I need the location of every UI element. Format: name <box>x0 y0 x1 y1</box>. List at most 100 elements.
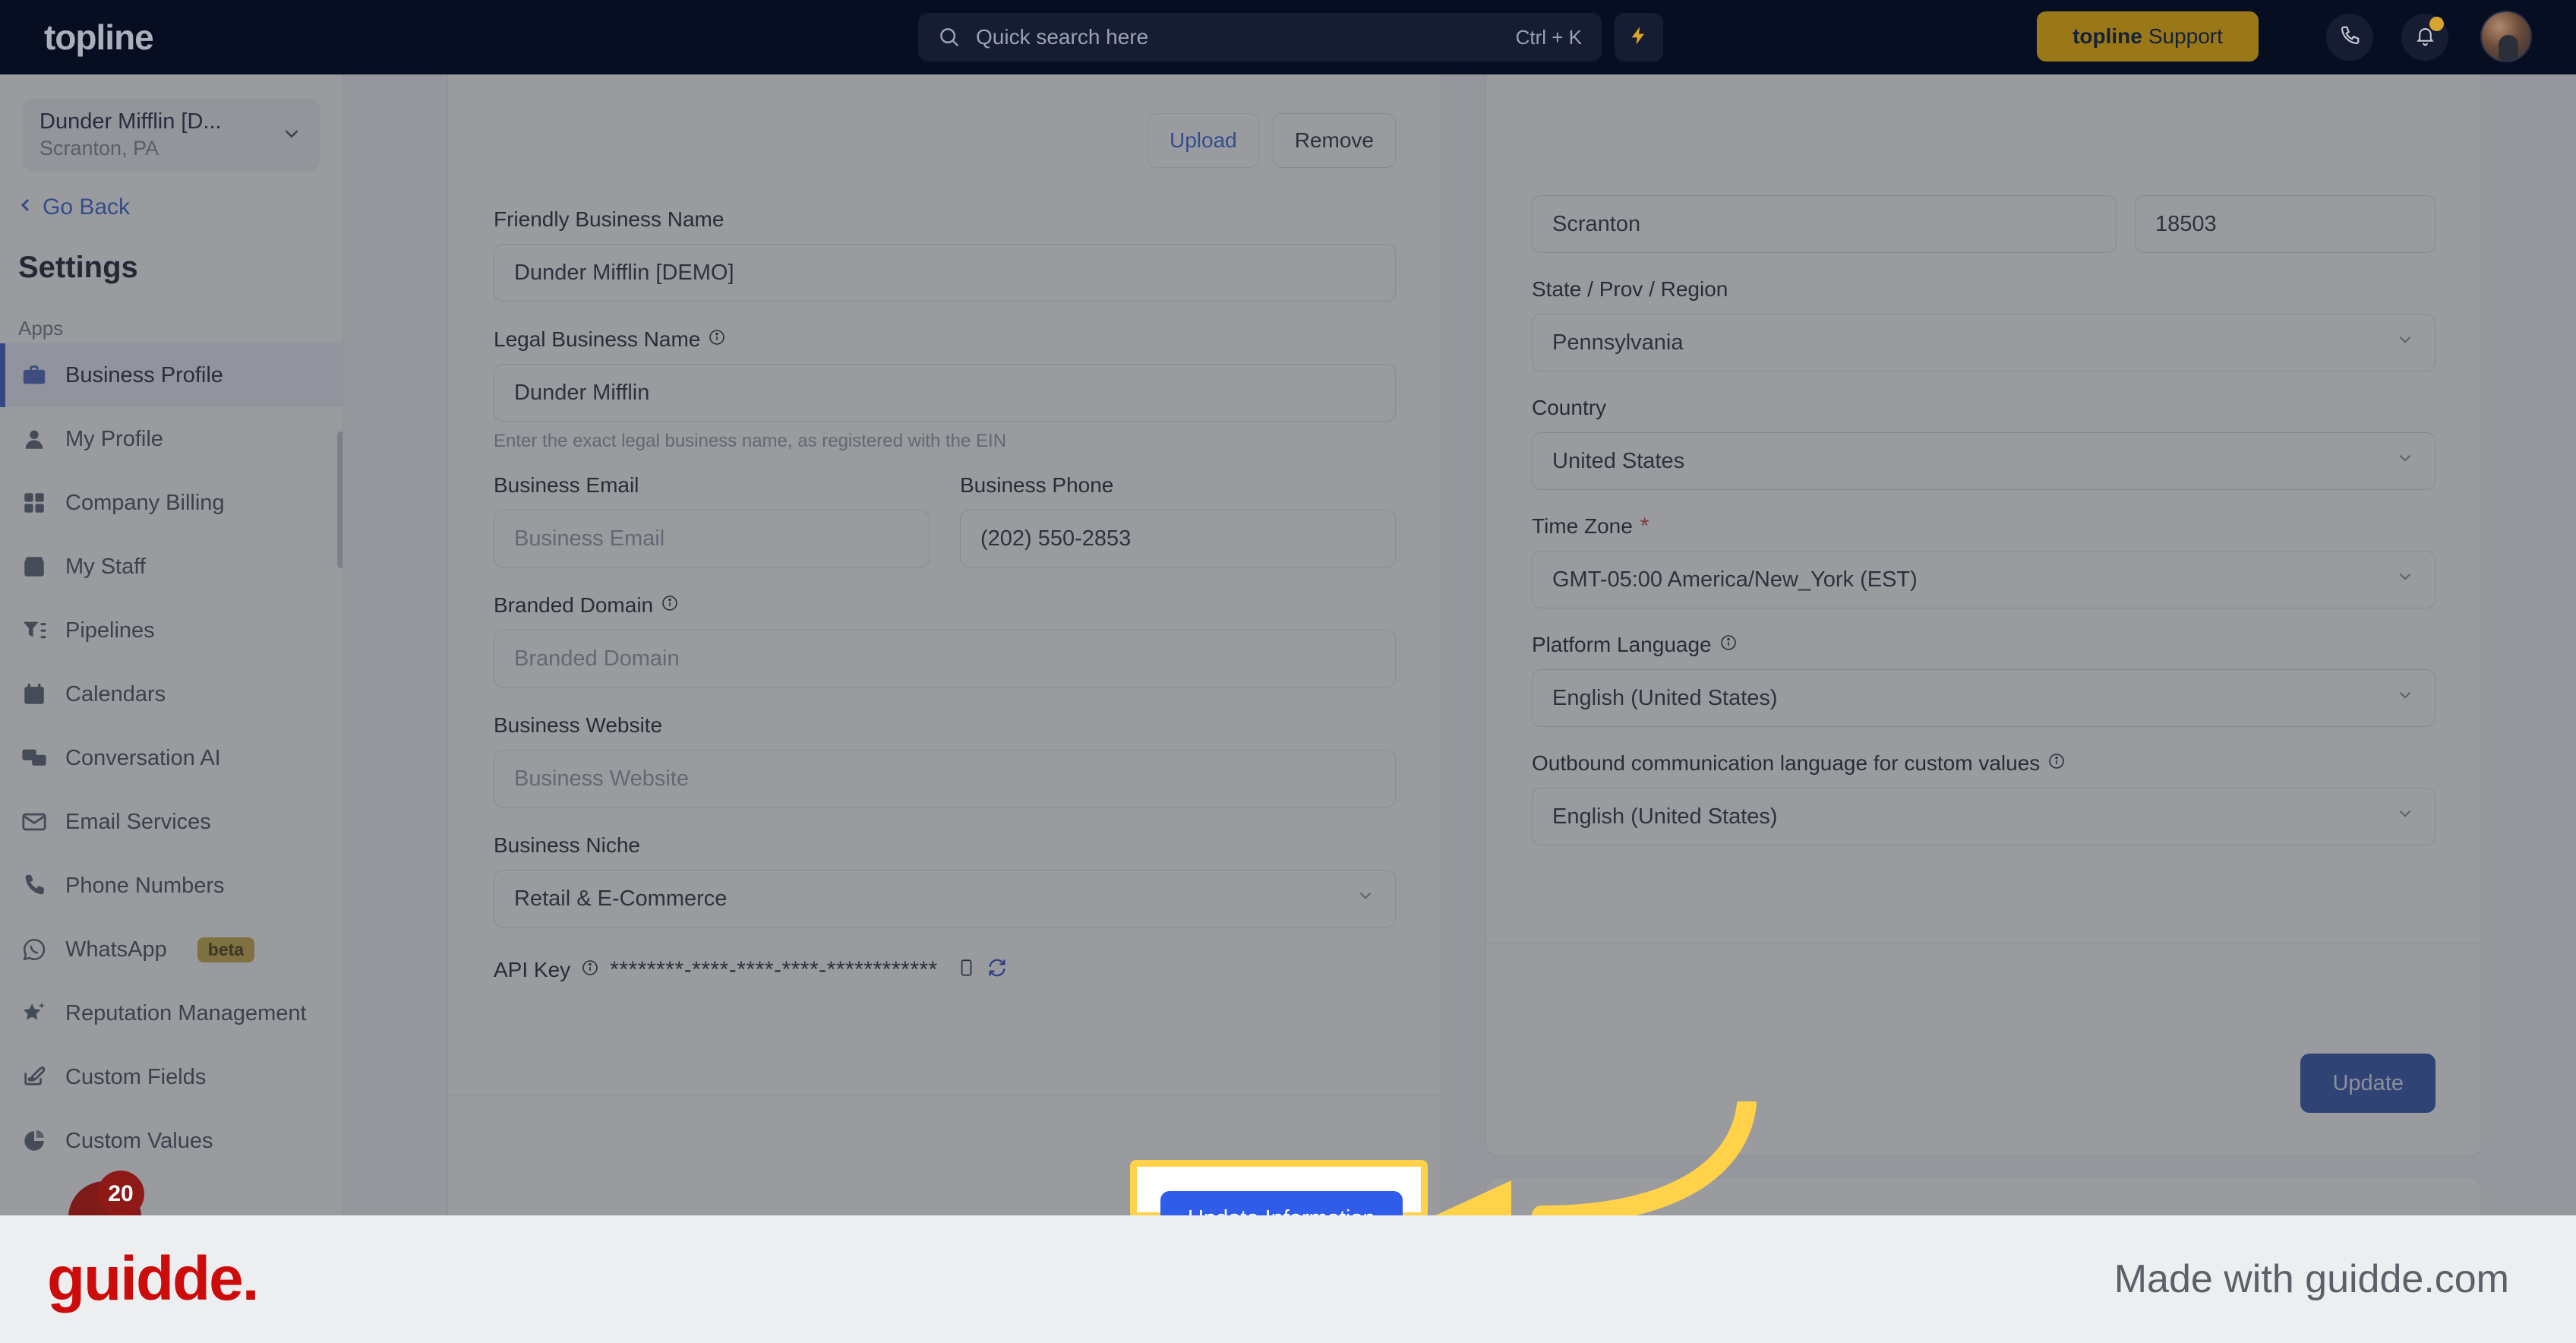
sidebar-item-custom-values[interactable]: Custom Values <box>0 1109 343 1173</box>
sidebar-item-custom-fields[interactable]: Custom Fields <box>0 1045 343 1109</box>
business-phone-input[interactable]: (202) 550-2853 <box>960 510 1396 567</box>
remove-button[interactable]: Remove <box>1272 113 1396 168</box>
sidebar-item-business-profile[interactable]: Business Profile <box>0 343 343 407</box>
friendly-business-name-label: Friendly Business Name <box>494 207 724 231</box>
sidebar-item-my-staff[interactable]: My Staff <box>0 535 343 599</box>
info-icon[interactable] <box>2047 751 2066 776</box>
sidebar-item-label: WhatsApp <box>65 937 167 962</box>
sidebar-item-phone-numbers[interactable]: Phone Numbers <box>0 854 343 918</box>
chevron-down-icon <box>280 122 303 149</box>
country-select[interactable]: United States <box>1532 432 2436 490</box>
sidebar-item-label: Email Services <box>65 809 211 834</box>
business-phone-label: Business Phone <box>960 473 1114 497</box>
sidebar-scrollbar[interactable] <box>337 431 343 568</box>
refresh-icon[interactable] <box>987 957 1008 982</box>
legal-business-name-input[interactable]: Dunder Mifflin <box>494 364 1396 422</box>
chevron-down-icon <box>2395 448 2415 474</box>
platform-language-label: Platform Language <box>1532 633 2436 657</box>
city-postal-row: Scranton 18503 <box>1532 183 2436 253</box>
business-niche-value: Retail & E-Commerce <box>514 886 728 911</box>
upload-button[interactable]: Upload <box>1148 113 1259 168</box>
timezone-select[interactable]: GMT-05:00 America/New_York (EST) <box>1532 551 2436 608</box>
sidebar-item-label: Custom Values <box>65 1128 213 1153</box>
state-field: State / Prov / Region Pennsylvania <box>1532 277 2436 371</box>
sidebar-item-label: Phone Numbers <box>65 873 225 898</box>
sidebar-item-company-billing[interactable]: Company Billing <box>0 471 343 535</box>
support-chat-badge: 20 <box>97 1171 144 1215</box>
call-button[interactable] <box>2326 14 2373 61</box>
business-email-input[interactable]: Business Email <box>494 510 930 567</box>
postal-field: 18503 <box>2135 183 2436 253</box>
sidebar-item-email-services[interactable]: Email Services <box>0 790 343 854</box>
legal-business-name-label-text: Legal Business Name <box>494 327 701 351</box>
business-niche-select[interactable]: Retail & E-Commerce <box>494 870 1396 927</box>
phone-icon <box>21 873 47 899</box>
friendly-business-name-field: Friendly Business Name Dunder Mifflin [D… <box>494 207 1396 302</box>
sidebar-item-calendars[interactable]: Calendars <box>0 662 343 726</box>
outbound-language-label: Outbound communication language for cust… <box>1532 751 2436 776</box>
sidebar: Dunder Mifflin [D... Scranton, PA Go Bac… <box>0 74 343 1215</box>
location-subtitle: Scranton, PA <box>39 136 159 160</box>
quick-actions-button[interactable] <box>1615 13 1663 62</box>
chevron-left-icon <box>17 194 35 220</box>
briefcase-icon <box>21 362 47 388</box>
business-info-card: Upload Remove Friendly Business Name Dun… <box>447 74 1442 1215</box>
update-information-button[interactable]: Update Information <box>1160 1191 1403 1215</box>
state-label: State / Prov / Region <box>1532 277 1728 301</box>
copy-icon[interactable] <box>956 956 976 983</box>
business-niche-label: Business Niche <box>494 833 640 857</box>
friendly-business-name-input[interactable]: Dunder Mifflin [DEMO] <box>494 244 1396 302</box>
sidebar-item-label: My Staff <box>65 554 146 579</box>
main-content: Upload Remove Friendly Business Name Dun… <box>343 74 2576 1215</box>
notification-dot <box>2429 17 2444 31</box>
state-select[interactable]: Pennsylvania <box>1532 314 2436 371</box>
sidebar-item-reputation-management[interactable]: Reputation Management <box>0 981 343 1045</box>
platform-language-select[interactable]: English (United States) <box>1532 669 2436 727</box>
sidebar-item-my-profile[interactable]: My Profile <box>0 407 343 471</box>
platform-language-field: Platform Language English (United States… <box>1532 633 2436 727</box>
sidebar-item-label: Reputation Management <box>65 1000 307 1025</box>
search-input-placeholder[interactable]: Quick search here <box>976 25 1148 49</box>
city-input[interactable]: Scranton <box>1532 195 2117 253</box>
country-field: Country United States <box>1532 396 2436 490</box>
info-icon[interactable] <box>581 959 599 981</box>
topline-support-button[interactable]: topline Support <box>2037 11 2259 62</box>
info-icon[interactable] <box>1719 633 1738 657</box>
inbox-icon <box>21 554 47 580</box>
app-window: topline Quick search here Ctrl + K topli… <box>0 0 2576 1215</box>
location-switcher[interactable]: Dunder Mifflin [D... Scranton, PA <box>23 99 320 172</box>
sidebar-item-conversation-ai[interactable]: Conversation AI <box>0 726 343 790</box>
support-brand-text: topline <box>2072 24 2142 48</box>
update-button[interactable]: Update <box>2300 1054 2436 1113</box>
outbound-language-field: Outbound communication language for cust… <box>1532 751 2436 845</box>
funnel-icon <box>21 618 47 643</box>
search-icon <box>938 26 961 49</box>
calendar-icon <box>21 681 47 707</box>
app-logo: topline <box>44 17 154 57</box>
platform-language-label-text: Platform Language <box>1532 633 1712 656</box>
phone-icon <box>2338 24 2361 51</box>
api-key-masked-value: ********-****-****-****-************ <box>610 956 938 982</box>
star-sparkle-icon <box>21 1000 47 1026</box>
page-title: Settings <box>18 251 138 284</box>
guidde-footer: guidde. Made with guidde.com <box>0 1215 2576 1343</box>
info-icon[interactable] <box>661 593 679 618</box>
business-website-input[interactable]: Business Website <box>494 750 1396 807</box>
postal-code-input[interactable]: 18503 <box>2135 195 2436 253</box>
sidebar-item-label: Calendars <box>65 681 166 706</box>
info-icon[interactable] <box>708 327 726 352</box>
go-back-link[interactable]: Go Back <box>17 194 343 220</box>
sidebar-item-pipelines[interactable]: Pipelines <box>0 599 343 662</box>
platform-language-value: English (United States) <box>1552 685 1778 710</box>
notifications-button[interactable] <box>2401 14 2448 61</box>
sidebar-item-whatsapp[interactable]: WhatsApp beta <box>0 918 343 981</box>
avatar[interactable] <box>2480 11 2532 62</box>
branded-domain-input[interactable]: Branded Domain <box>494 630 1396 687</box>
timezone-label-text: Time Zone <box>1532 514 1633 538</box>
whatsapp-icon <box>21 937 47 962</box>
outbound-language-select[interactable]: English (United States) <box>1532 788 2436 845</box>
global-search-bar[interactable]: Quick search here Ctrl + K <box>918 13 1602 62</box>
timezone-field: Time Zone * GMT-05:00 America/New_York (… <box>1532 514 2436 608</box>
chevron-down-icon <box>2395 685 2415 711</box>
sidebar-item-label: Pipelines <box>65 618 155 643</box>
